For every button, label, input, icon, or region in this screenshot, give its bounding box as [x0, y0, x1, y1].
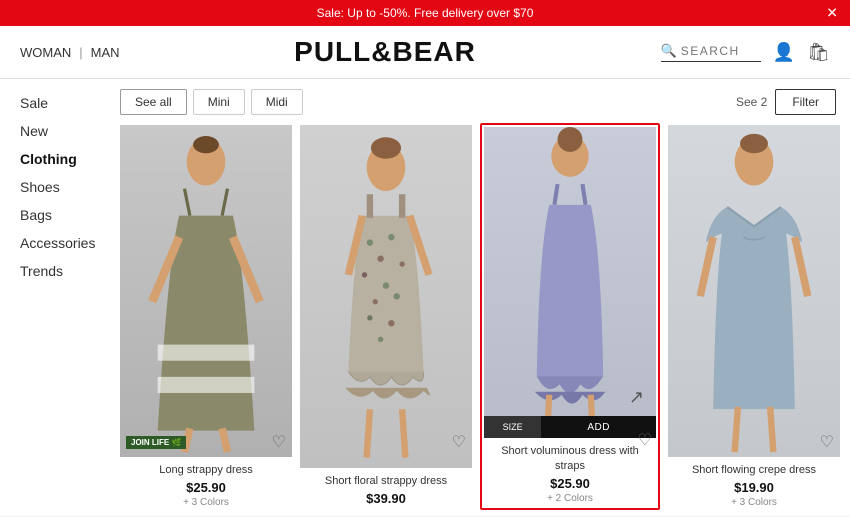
see-all-button[interactable]: See all	[120, 89, 187, 115]
product-price-4: $19.90	[670, 480, 838, 495]
product-image-3: SIZE ADD ↗	[484, 127, 656, 438]
wishlist-button-1[interactable]: ♡	[272, 432, 286, 452]
size-add-bar: SIZE ADD	[484, 416, 656, 438]
wishlist-button-3[interactable]: ♡	[638, 430, 652, 450]
filter-tabs: See all Mini Midi	[120, 89, 303, 115]
product-card-3[interactable]: SIZE ADD ↗ ♡ Short voluminous dress with…	[480, 123, 660, 510]
banner-close-button[interactable]: ✕	[826, 5, 838, 22]
product-image-4	[668, 125, 840, 457]
filter-right: See 2 Filter	[736, 89, 836, 115]
sidebar: Sale New Clothing Shoes Bags Accessories…	[0, 79, 120, 516]
size-button[interactable]: SIZE	[484, 416, 541, 438]
header-actions: 🔍 👤 🛍	[610, 42, 830, 63]
nav-divider: |	[79, 45, 82, 60]
product-card-4[interactable]: ♡ Short flowing crepe dress $19.90 + 3 C…	[668, 125, 840, 510]
midi-button[interactable]: Midi	[251, 89, 303, 115]
product-info-3: Short voluminous dress with straps $25.9…	[484, 438, 656, 506]
product-name-1: Long strappy dress	[122, 463, 290, 477]
search-input[interactable]	[681, 44, 761, 58]
main-content: Sale New Clothing Shoes Bags Accessories…	[0, 79, 850, 516]
sidebar-item-bags[interactable]: Bags	[20, 207, 100, 223]
wishlist-button-4[interactable]: ♡	[820, 432, 834, 452]
mini-button[interactable]: Mini	[193, 89, 245, 115]
sidebar-item-accessories[interactable]: Accessories	[20, 235, 100, 251]
search-box[interactable]: 🔍	[661, 43, 761, 62]
product-name-4: Short flowing crepe dress	[670, 463, 838, 477]
content-area: See all Mini Midi See 2 Filter	[120, 79, 850, 516]
sidebar-item-shoes[interactable]: Shoes	[20, 179, 100, 195]
sidebar-item-new[interactable]: New	[20, 123, 100, 139]
promo-banner: Sale: Up to -50%. Free delivery over $70…	[0, 0, 850, 26]
product-name-3: Short voluminous dress with straps	[486, 444, 654, 473]
wishlist-button-2[interactable]: ♡	[452, 432, 466, 452]
product-price-1: $25.90	[122, 480, 290, 495]
product-image-2	[300, 125, 472, 468]
banner-text: Sale: Up to -50%. Free delivery over $70	[317, 6, 534, 20]
join-life-badge: JOIN LIFE 🌿	[126, 436, 186, 449]
product-info-2: Short floral strappy dress $39.90	[300, 468, 472, 510]
filter-button[interactable]: Filter	[775, 89, 836, 115]
see-count: See 2	[736, 95, 767, 109]
user-icon[interactable]: 👤	[773, 42, 795, 63]
product-info-4: Short flowing crepe dress $19.90 + 3 Col…	[668, 457, 840, 510]
woman-nav-item[interactable]: WOMAN	[20, 45, 71, 60]
header: WOMAN | MAN PULL&BEAR 🔍 👤 🛍	[0, 26, 850, 79]
products-grid: JOIN LIFE 🌿 ♡ Long strappy dress $25.90 …	[120, 125, 840, 510]
product-info-1: Long strappy dress $25.90 + 3 Colors	[120, 457, 292, 510]
gender-nav: WOMAN | MAN	[20, 45, 160, 60]
product-colors-1: + 3 Colors	[122, 497, 290, 508]
search-icon: 🔍	[661, 43, 677, 59]
site-logo: PULL&BEAR	[294, 36, 476, 68]
product-name-2: Short floral strappy dress	[302, 474, 470, 488]
sidebar-item-trends[interactable]: Trends	[20, 263, 100, 279]
bag-icon[interactable]: 🛍	[807, 42, 830, 63]
product-card-1[interactable]: JOIN LIFE 🌿 ♡ Long strappy dress $25.90 …	[120, 125, 292, 510]
filter-bar: See all Mini Midi See 2 Filter	[120, 89, 840, 115]
product-image-1: JOIN LIFE 🌿	[120, 125, 292, 457]
product-price-3: $25.90	[486, 476, 654, 491]
product-price-2: $39.90	[302, 491, 470, 506]
product-colors-4: + 3 Colors	[670, 497, 838, 508]
man-nav-item[interactable]: MAN	[91, 45, 120, 60]
sidebar-item-sale[interactable]: Sale	[20, 95, 100, 111]
sidebar-item-clothing[interactable]: Clothing	[20, 151, 100, 167]
product-colors-3: + 2 Colors	[486, 493, 654, 504]
product-card-2[interactable]: ♡ Short floral strappy dress $39.90	[300, 125, 472, 510]
